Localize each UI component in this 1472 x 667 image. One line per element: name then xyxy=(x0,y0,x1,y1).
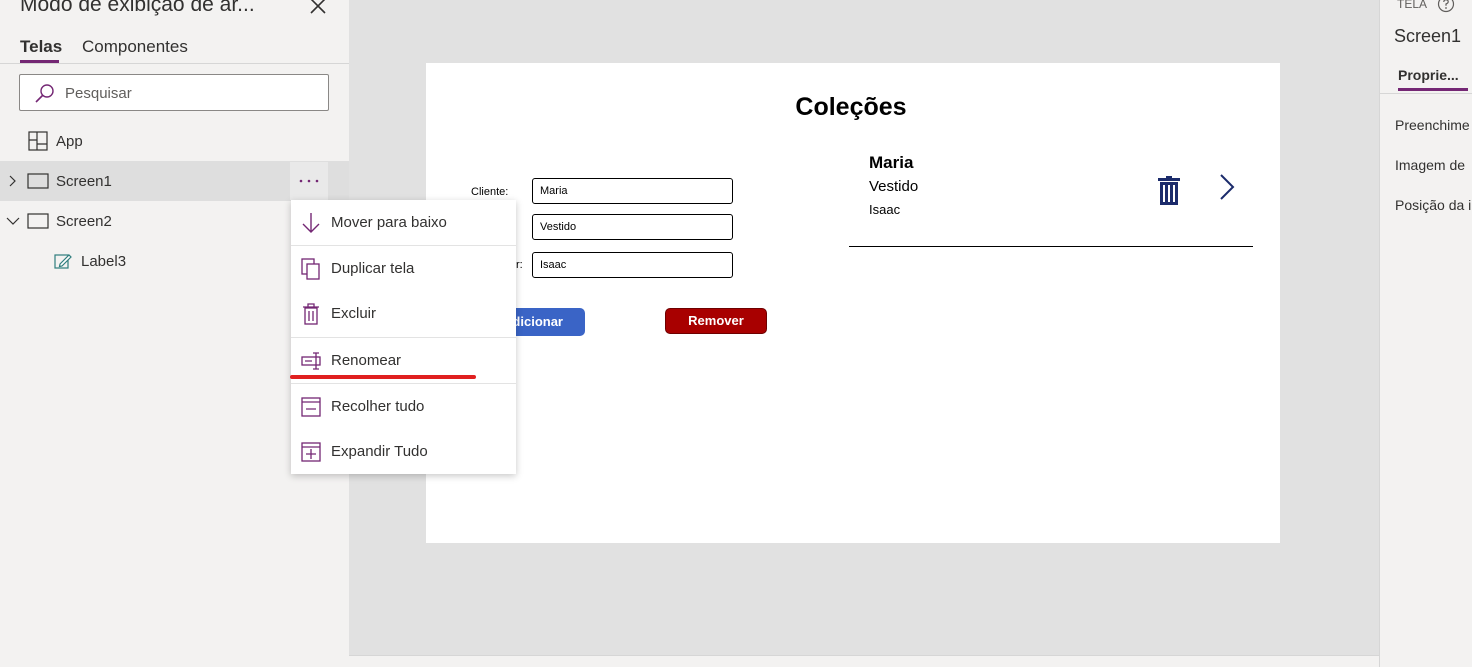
product-input[interactable]: Vestido xyxy=(532,214,733,240)
tab-telas[interactable]: Telas xyxy=(20,37,62,57)
menu-item-label: Excluir xyxy=(331,305,377,322)
property-background-image[interactable]: Imagem de xyxy=(1395,157,1465,173)
trash-icon xyxy=(303,303,319,325)
seller-input-value: Isaac xyxy=(540,259,567,271)
menu-item-label: Renomear xyxy=(331,352,402,369)
menu-item-label: Duplicar tela xyxy=(331,260,415,277)
client-label: Cliente: xyxy=(471,186,509,198)
more-options-button[interactable] xyxy=(290,162,328,200)
annotation-underline xyxy=(290,375,476,379)
seller-input[interactable]: Isaac xyxy=(532,252,733,278)
close-icon xyxy=(310,0,326,14)
menu-item-label: Mover para baixo xyxy=(331,214,447,231)
expand-all-icon xyxy=(301,442,321,462)
client-input-value: Maria xyxy=(540,185,568,197)
tab-properties[interactable]: Proprie... xyxy=(1398,67,1459,83)
app-canvas-screen[interactable]: Coleções Cliente: Maria Vestido r: Isaac… xyxy=(426,63,1280,543)
bottom-status-bar xyxy=(349,655,1379,667)
gallery-item-seller: Isaac xyxy=(869,202,901,217)
search-placeholder: Pesquisar xyxy=(65,85,132,102)
client-input[interactable]: Maria xyxy=(532,178,733,204)
label-edit-icon xyxy=(54,254,72,269)
copy-icon xyxy=(301,258,320,280)
screen-icon xyxy=(27,173,49,189)
screen-icon xyxy=(27,213,49,229)
menu-item-duplicate[interactable]: Duplicar tela xyxy=(291,246,516,291)
gallery-item-name: Maria xyxy=(869,153,914,172)
gallery-item-product: Vestido xyxy=(869,178,919,195)
chevron-down-icon[interactable] xyxy=(6,216,20,226)
arrow-down-icon xyxy=(302,213,320,233)
panel-title: Modo de exibição de ár... xyxy=(20,0,255,16)
gallery-separator xyxy=(849,246,1253,247)
menu-item-collapse-all[interactable]: Recolher tudo xyxy=(291,384,516,429)
tree-item-label: Label3 xyxy=(81,253,127,270)
trash-icon[interactable] xyxy=(1158,176,1180,205)
search-icon xyxy=(35,84,54,103)
menu-item-delete[interactable]: Excluir xyxy=(291,291,516,336)
tree-item-screen1[interactable]: Screen1 xyxy=(0,161,349,201)
tabs-divider xyxy=(0,63,349,64)
collapse-all-icon xyxy=(301,397,321,417)
close-button[interactable] xyxy=(306,0,330,18)
menu-item-label: Recolher tudo xyxy=(331,398,425,415)
rename-icon xyxy=(301,352,321,370)
remove-button[interactable]: Remover xyxy=(665,308,767,334)
chevron-right-icon[interactable] xyxy=(1219,174,1235,200)
active-tab-indicator xyxy=(1398,88,1468,91)
property-fill[interactable]: Preenchime xyxy=(1395,117,1470,133)
menu-item-label: Expandir Tudo xyxy=(331,443,428,460)
product-input-value: Vestido xyxy=(540,221,577,233)
tab-componentes[interactable]: Componentes xyxy=(82,37,188,57)
property-image-position[interactable]: Posição da i xyxy=(1395,197,1471,213)
chevron-right-icon[interactable] xyxy=(7,175,19,187)
tree-item-label: Screen1 xyxy=(56,173,112,190)
control-type-label: TELA xyxy=(1397,0,1428,11)
search-input[interactable]: Pesquisar xyxy=(19,74,329,111)
menu-item-move-down[interactable]: Mover para baixo xyxy=(291,200,516,245)
tree-item-label: App xyxy=(56,133,83,150)
tree-item-label: Screen2 xyxy=(56,213,112,230)
ellipsis-icon xyxy=(299,179,319,183)
context-menu: Mover para baixo Duplicar tela Excluir R… xyxy=(291,200,516,474)
properties-panel: TELA Screen1 Proprie... Preenchime Image… xyxy=(1379,0,1472,667)
menu-item-expand-all[interactable]: Expandir Tudo xyxy=(291,429,516,474)
app-grid-icon xyxy=(28,131,48,151)
tree-item-app[interactable]: App xyxy=(0,121,349,161)
seller-label: r: xyxy=(516,259,523,271)
tabs-divider xyxy=(1380,93,1472,94)
canvas-title: Coleções xyxy=(795,93,907,121)
help-icon[interactable] xyxy=(1437,0,1455,13)
selected-screen-name: Screen1 xyxy=(1394,26,1462,46)
